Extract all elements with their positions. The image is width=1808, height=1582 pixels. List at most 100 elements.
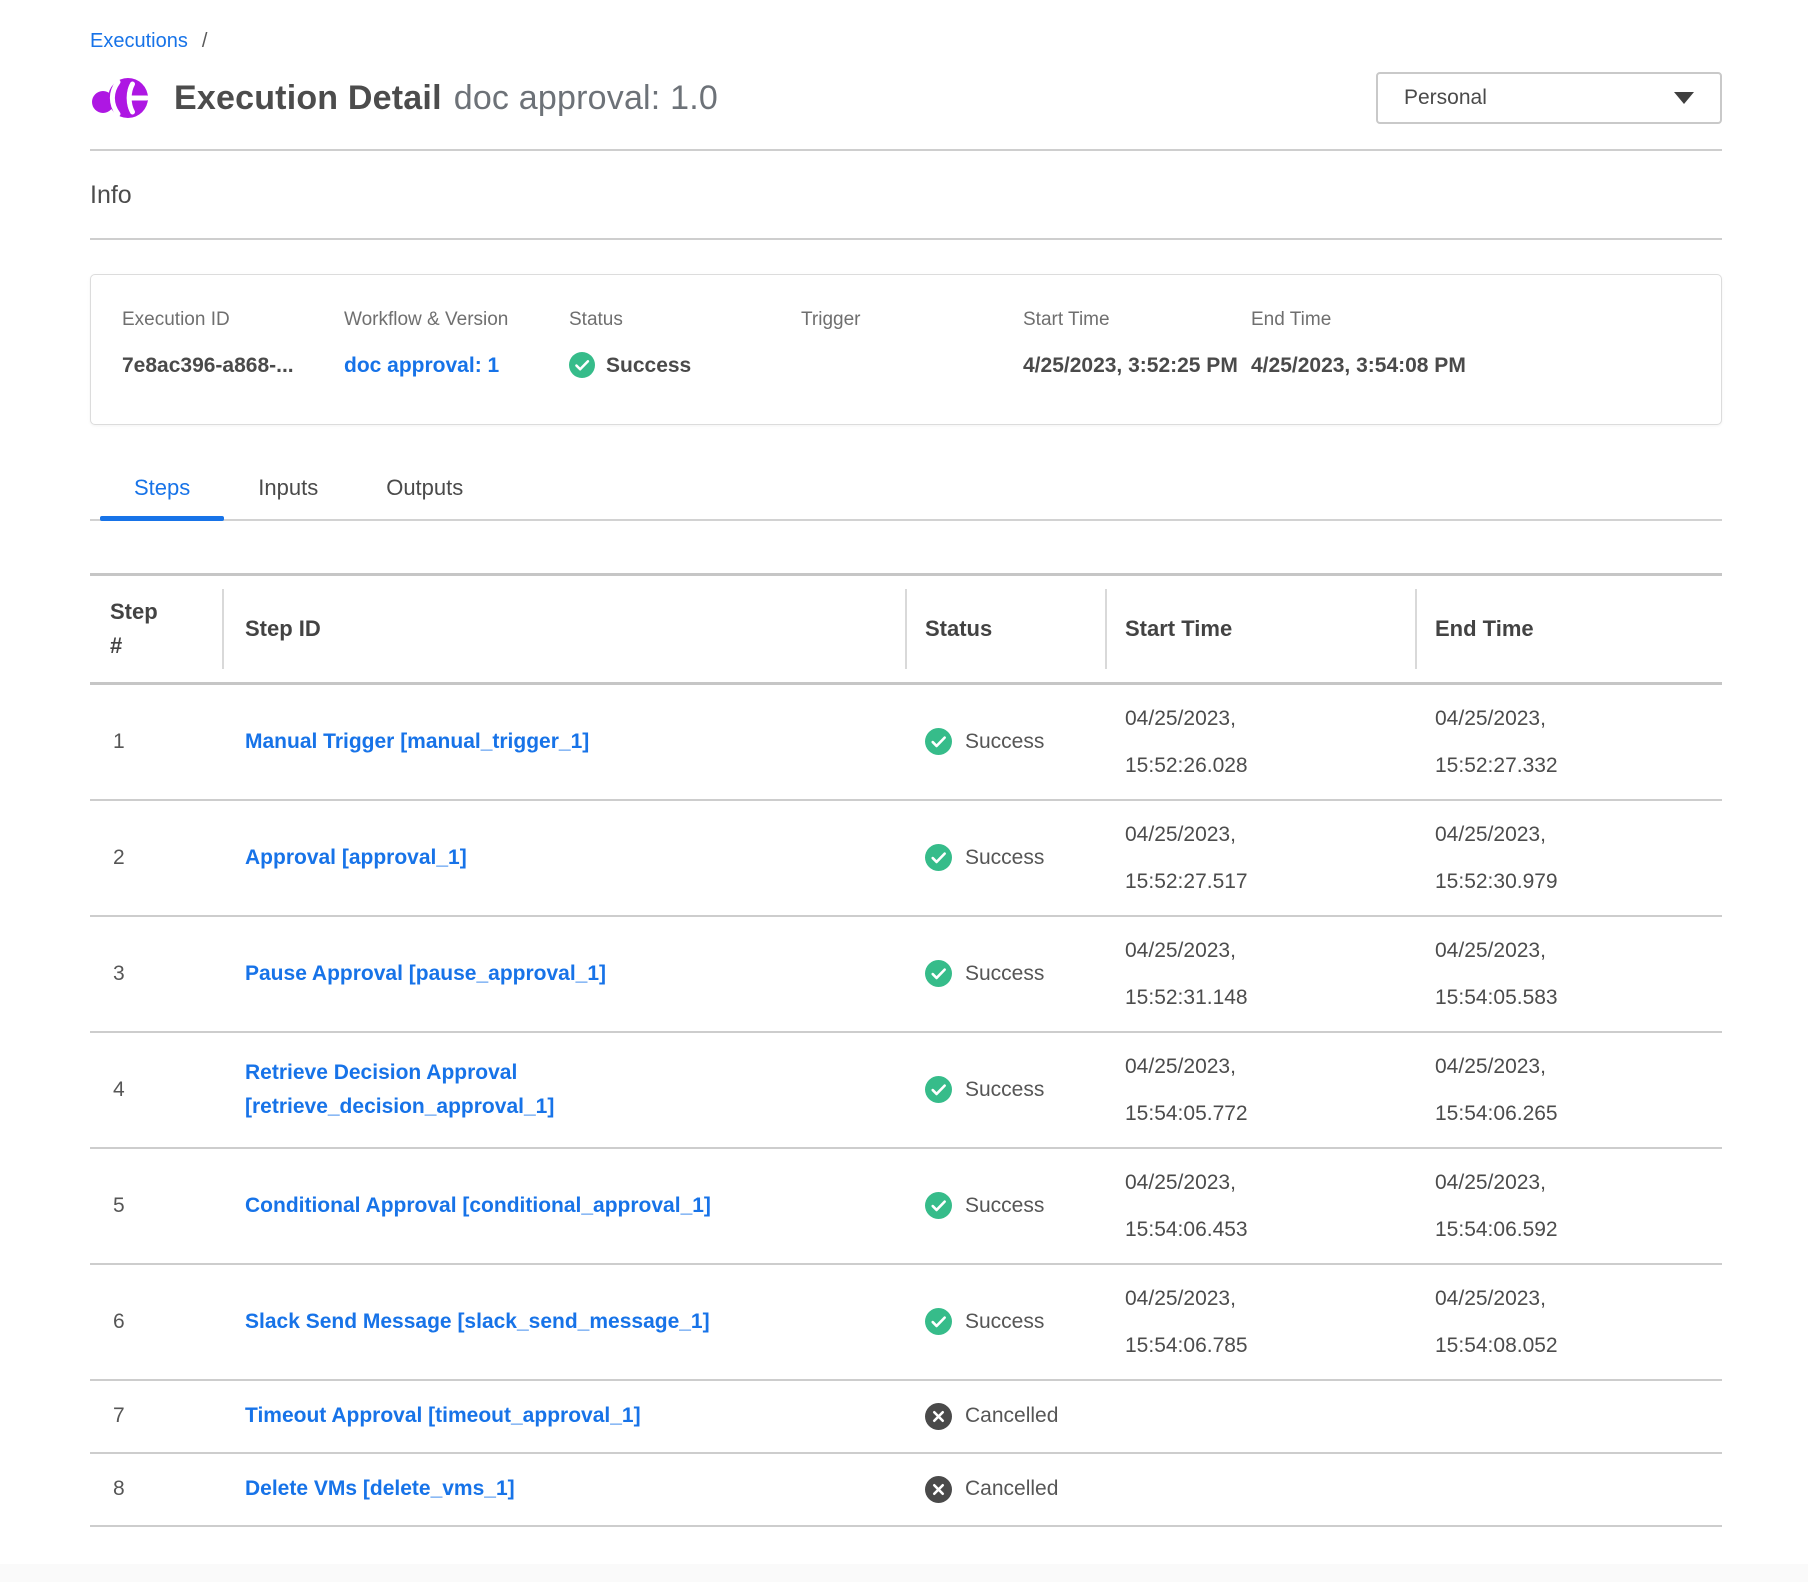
table-row: 5 Conditional Approval [conditional_appr… [90, 1149, 1722, 1265]
step-status-text: Success [965, 962, 1044, 986]
step-start-time: 04/25/2023, 15:52:31.148 [1105, 927, 1415, 1021]
step-status-text: Cancelled [965, 1477, 1058, 1501]
info-field-value: 4/25/2023, 3:52:25 PM [1023, 349, 1238, 384]
step-status-text: Success [965, 1310, 1044, 1334]
table-header-row: Step # Step ID Status Start Time End Tim… [90, 573, 1722, 685]
table-row: 6 Slack Send Message [slack_send_message… [90, 1265, 1722, 1381]
page-title: Execution Detaildoc approval: 1.0 [174, 79, 718, 118]
step-start-time: 04/25/2023, 15:54:05.772 [1105, 1043, 1415, 1137]
step-end-time [1415, 1404, 1722, 1428]
step-id-link[interactable]: Approval [approval_1] [245, 841, 467, 875]
info-field: Execution ID 7e8ac396-a868-... [122, 309, 344, 384]
step-id-link[interactable]: Delete VMs [delete_vms_1] [245, 1472, 515, 1506]
success-icon [925, 1076, 952, 1103]
table-row: 7 Timeout Approval [timeout_approval_1] … [90, 1381, 1722, 1454]
step-end-time: 04/25/2023, 15:52:30.979 [1415, 811, 1722, 905]
success-icon [925, 1308, 952, 1335]
step-status-text: Success [965, 1078, 1044, 1102]
info-field-value: 7e8ac396-a868-... [122, 349, 294, 384]
table-row: 4 Retrieve Decision Approval [retrieve_d… [90, 1033, 1722, 1149]
info-field-value: Success [606, 349, 691, 384]
column-header-step-id: Step ID [222, 576, 905, 682]
breadcrumb: Executions / [90, 0, 1722, 53]
step-end-time: 04/25/2023, 15:54:05.583 [1415, 927, 1722, 1021]
table-row: 8 Delete VMs [delete_vms_1] Cancelled [90, 1454, 1722, 1527]
column-header-start-time: Start Time [1105, 576, 1415, 682]
info-field: Trigger [801, 309, 1023, 384]
step-id-link[interactable]: Manual Trigger [manual_trigger_1] [245, 725, 589, 759]
tab-label: Outputs [386, 475, 463, 500]
step-number: 1 [90, 730, 222, 754]
step-number: 2 [90, 846, 222, 870]
info-field-label: Status [569, 309, 801, 331]
step-status: Success [905, 960, 1105, 987]
cancelled-icon [925, 1403, 952, 1430]
step-status-text: Success [965, 1194, 1044, 1218]
step-status-text: Success [965, 730, 1044, 754]
column-header-end-time: End Time [1415, 576, 1722, 682]
step-start-time [1105, 1477, 1415, 1501]
table-row: 3 Pause Approval [pause_approval_1] Succ… [90, 917, 1722, 1033]
success-icon [925, 728, 952, 755]
scope-selector[interactable]: Personal [1376, 72, 1722, 124]
tab-label: Inputs [258, 475, 318, 500]
info-field: Start Time 4/25/2023, 3:52:25 PM [1023, 309, 1251, 384]
title-row: Execution Detaildoc approval: 1.0 Person… [90, 71, 1722, 125]
step-end-time: 04/25/2023, 15:54:06.265 [1415, 1043, 1722, 1137]
step-id-link[interactable]: Timeout Approval [timeout_approval_1] [245, 1399, 641, 1433]
workflow-logo-icon [90, 71, 154, 125]
cancelled-icon [925, 1476, 952, 1503]
step-status: Success [905, 1192, 1105, 1219]
info-section-heading: Info [90, 181, 1722, 210]
step-id-link[interactable]: Retrieve Decision Approval [retrieve_dec… [245, 1056, 805, 1124]
step-status: Success [905, 1308, 1105, 1335]
step-number: 6 [90, 1310, 222, 1334]
tab-steps[interactable]: Steps [100, 475, 224, 519]
step-number: 4 [90, 1078, 222, 1102]
step-id-link[interactable]: Slack Send Message [slack_send_message_1… [245, 1305, 710, 1339]
step-number: 7 [90, 1404, 222, 1428]
step-status: Cancelled [905, 1403, 1105, 1430]
success-icon [925, 1192, 952, 1219]
step-status-text: Cancelled [965, 1404, 1058, 1428]
step-number: 8 [90, 1477, 222, 1501]
tab-outputs[interactable]: Outputs [352, 475, 497, 519]
tab-inputs[interactable]: Inputs [224, 475, 352, 519]
column-header-step-num: Step # [90, 576, 222, 682]
info-field: Status Success [569, 309, 801, 384]
table-row: 2 Approval [approval_1] Success 04/25/20… [90, 801, 1722, 917]
success-icon [925, 844, 952, 871]
page-subtitle: doc approval: 1.0 [454, 79, 718, 117]
success-icon [569, 352, 595, 378]
step-status: Success [905, 728, 1105, 755]
step-id-link[interactable]: Conditional Approval [conditional_approv… [245, 1189, 711, 1223]
info-field-value: 4/25/2023, 3:54:08 PM [1251, 349, 1466, 384]
step-end-time: 04/25/2023, 15:54:06.592 [1415, 1159, 1722, 1253]
step-start-time: 04/25/2023, 15:54:06.785 [1105, 1275, 1415, 1369]
steps-table: Step # Step ID Status Start Time End Tim… [90, 573, 1722, 1527]
title-divider [90, 149, 1722, 151]
table-row: 1 Manual Trigger [manual_trigger_1] Succ… [90, 685, 1722, 801]
step-status: Success [905, 1076, 1105, 1103]
breadcrumb-executions-link[interactable]: Executions [90, 30, 188, 52]
step-end-time: 04/25/2023, 15:54:08.052 [1415, 1275, 1722, 1369]
info-field: Workflow & Version doc approval: 1 [344, 309, 569, 384]
step-start-time [1105, 1404, 1415, 1428]
step-number: 3 [90, 962, 222, 986]
step-id-link[interactable]: Pause Approval [pause_approval_1] [245, 957, 606, 991]
column-header-status: Status [905, 576, 1105, 682]
step-status: Cancelled [905, 1476, 1105, 1503]
breadcrumb-separator: / [202, 30, 208, 52]
scope-selector-value: Personal [1404, 86, 1487, 110]
step-status: Success [905, 844, 1105, 871]
footer-strip [0, 1564, 1808, 1582]
step-number: 5 [90, 1194, 222, 1218]
info-field-label: Workflow & Version [344, 309, 569, 331]
info-heading-divider [90, 238, 1722, 240]
info-field-value[interactable]: doc approval: 1 [344, 349, 499, 384]
info-field: End Time 4/25/2023, 3:54:08 PM [1251, 309, 1701, 384]
step-status-text: Success [965, 846, 1044, 870]
step-start-time: 04/25/2023, 15:52:26.028 [1105, 695, 1415, 789]
tabs: Steps Inputs Outputs [90, 475, 1722, 521]
chevron-down-icon [1674, 92, 1694, 104]
